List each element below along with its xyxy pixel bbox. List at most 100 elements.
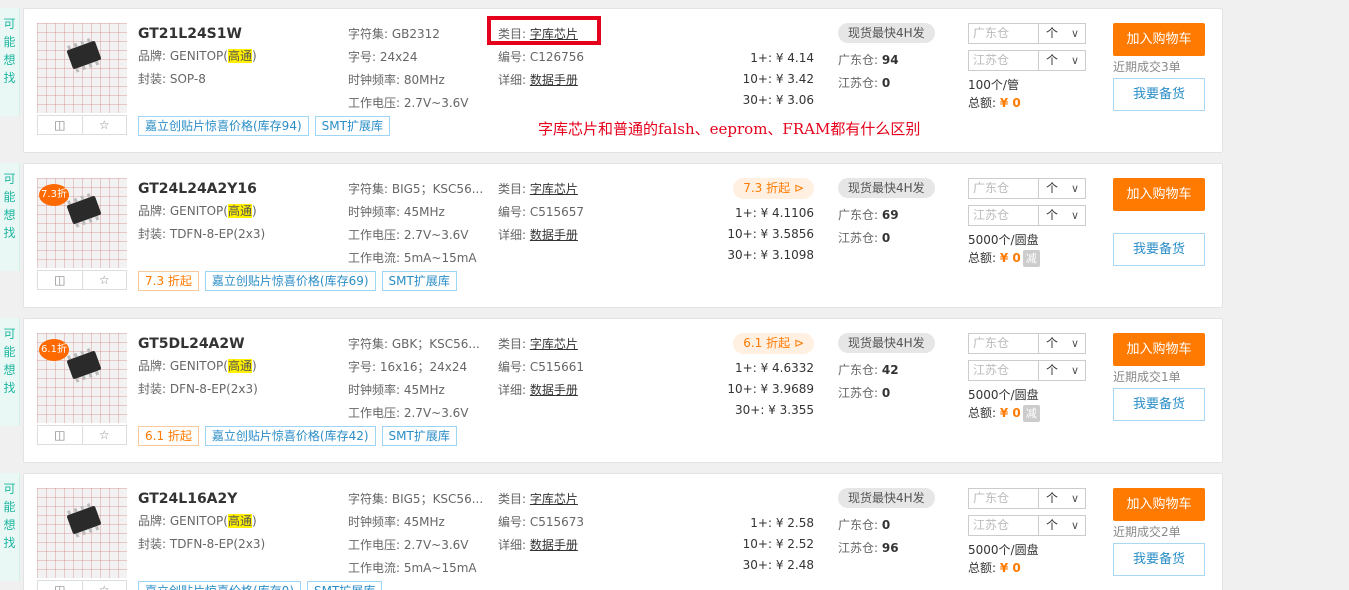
brand-end: )	[251, 359, 257, 373]
qty-placeholder[interactable]: 江苏仓	[969, 361, 1039, 380]
chevron-down-icon[interactable]: ∨	[1065, 489, 1085, 508]
chevron-down-icon[interactable]: ∨	[1065, 206, 1085, 225]
total-amount: 总额: ¥ 0	[968, 93, 1086, 113]
spec-line: 字符集: BIG5；KSC56...	[348, 492, 484, 506]
qty-input-guangdong[interactable]: 广东仓个 ∨	[968, 333, 1086, 354]
product-name[interactable]: GT21L24S1W	[138, 23, 257, 45]
qty-placeholder[interactable]: 江苏仓	[969, 51, 1039, 70]
stock-value: 0	[881, 231, 891, 245]
side-hint-char: 找	[3, 381, 16, 395]
compare-icon[interactable]: ◫	[38, 426, 82, 444]
product-info: GT5DL24A2W 品牌: GENITOP(高通) 封装: DFN-8-EP(…	[138, 333, 258, 401]
promo-tag[interactable]: 嘉立创贴片惊喜价格(库存0)	[138, 581, 301, 590]
discount-tag[interactable]: 7.3 折起	[138, 271, 199, 291]
star-icon[interactable]: ☆	[81, 426, 127, 444]
stock-request-button[interactable]: 我要备货	[1113, 543, 1205, 576]
chevron-down-icon[interactable]: ∨	[1065, 361, 1085, 380]
stock-request-button[interactable]: 我要备货	[1113, 388, 1205, 421]
qty-input-guangdong[interactable]: 广东仓个 ∨	[968, 488, 1086, 509]
spec-line: 工作电流: 5mA~15mA	[348, 251, 477, 265]
stock-jiangsu: 江苏仓: 0	[838, 227, 935, 250]
add-to-cart-button[interactable]: 加入购物车	[1113, 178, 1205, 211]
qty-input-jiangsu[interactable]: 江苏仓个 ∨	[968, 50, 1086, 71]
stock-label: 江苏仓:	[838, 541, 879, 555]
promo-tag[interactable]: 嘉立创贴片惊喜价格(库存69)	[204, 271, 376, 291]
discount-pill-text: 7.3 折起	[743, 181, 791, 195]
compare-icon[interactable]: ◫	[38, 116, 82, 134]
product-name[interactable]: GT24L24A2Y16	[138, 178, 265, 200]
side-hint[interactable]: 可 能 想 找	[0, 8, 20, 116]
smt-tag[interactable]: SMT扩展库	[381, 426, 457, 446]
chevron-down-icon[interactable]: ∨	[1065, 334, 1085, 353]
chevron-down-icon[interactable]: ∨	[1065, 24, 1085, 43]
discount-tag[interactable]: 6.1 折起	[138, 426, 199, 446]
star-icon[interactable]: ☆	[81, 271, 127, 289]
price-tier: 30+: ¥ 3.1098	[727, 248, 814, 262]
smt-tag[interactable]: SMT扩展库	[381, 271, 457, 291]
category-link[interactable]: 字库芯片	[530, 492, 578, 506]
promo-tag[interactable]: 嘉立创贴片惊喜价格(库存42)	[204, 426, 376, 446]
smt-tag[interactable]: SMT扩展库	[307, 581, 383, 590]
qty-placeholder[interactable]: 广东仓	[969, 489, 1039, 508]
side-hint[interactable]: 可 能 想 找	[0, 163, 20, 271]
compare-icon[interactable]: ◫	[38, 271, 82, 289]
qty-placeholder[interactable]: 江苏仓	[969, 206, 1039, 225]
side-hint-char: 想	[3, 518, 16, 532]
price-tier: 30+: ¥ 3.355	[735, 403, 814, 417]
star-icon[interactable]: ☆	[81, 116, 127, 134]
chevron-down-icon[interactable]: ∨	[1065, 179, 1085, 198]
add-to-cart-button[interactable]: 加入购物车	[1113, 333, 1205, 366]
category-link[interactable]: 字库芯片	[530, 182, 578, 196]
product-name[interactable]: GT5DL24A2W	[138, 333, 258, 355]
product-category: 类目: 字库芯片 编号: C515661 详细: 数据手册	[498, 333, 584, 402]
chevron-down-icon[interactable]: ∨	[1065, 51, 1085, 70]
product-image[interactable]	[37, 23, 127, 113]
stock-label: 江苏仓:	[838, 76, 879, 90]
qty-input-guangdong[interactable]: 广东仓个 ∨	[968, 178, 1086, 199]
product-package: 封装: SOP-8	[138, 72, 206, 86]
product-tags: 7.3 折起 嘉立创贴片惊喜价格(库存69) SMT扩展库	[138, 271, 457, 291]
price-tier: 10+: ¥ 2.52	[742, 537, 814, 551]
product-image[interactable]	[37, 488, 127, 578]
product-specs: 字符集: BIG5；KSC56... 时钟频率: 45MHz 工作电压: 2.7…	[348, 178, 488, 270]
stock-request-button[interactable]: 我要备货	[1113, 233, 1205, 266]
price-tier: 30+: ¥ 2.48	[742, 558, 814, 572]
price-tier: 10+: ¥ 3.9689	[727, 382, 814, 396]
qty-placeholder[interactable]: 广东仓	[969, 179, 1039, 198]
fast-ship-badge: 现货最快4H发	[838, 488, 935, 508]
product-row: 可 能 想 找 ◫ ☆ GT24L16A2Y 品牌: GENITOP(高通) 封…	[0, 473, 1349, 590]
star-icon[interactable]: ☆	[81, 581, 127, 590]
product-image[interactable]: 6.1折	[37, 333, 127, 423]
datasheet-link[interactable]: 数据手册	[530, 73, 578, 87]
datasheet-link[interactable]: 数据手册	[530, 228, 578, 242]
quantity-panel: 广东仓个 ∨ 江苏仓个 ∨ 5000个/圆盘 总额: ¥ 0	[968, 488, 1086, 578]
unit-label: 个	[1045, 336, 1058, 350]
product-package: 封装: DFN-8-EP(2x3)	[138, 382, 258, 396]
stock-jiangsu: 江苏仓: 96	[838, 537, 935, 560]
product-name[interactable]: GT24L16A2Y	[138, 488, 265, 510]
qty-placeholder[interactable]: 广东仓	[969, 24, 1039, 43]
discount-pill-wrap: 6.1 折起 ⊳	[694, 333, 814, 358]
stock-info: 现货最快4H发 广东仓: 0 江苏仓: 96	[838, 488, 935, 560]
datasheet-link[interactable]: 数据手册	[530, 538, 578, 552]
qty-input-jiangsu[interactable]: 江苏仓个 ∨	[968, 360, 1086, 381]
qty-placeholder[interactable]: 广东仓	[969, 334, 1039, 353]
promo-tag[interactable]: 嘉立创贴片惊喜价格(库存94)	[138, 116, 309, 136]
qty-placeholder[interactable]: 江苏仓	[969, 516, 1039, 535]
side-hint[interactable]: 可 能 想 找	[0, 318, 20, 426]
category-link[interactable]: 字库芯片	[530, 337, 578, 351]
qty-input-jiangsu[interactable]: 江苏仓个 ∨	[968, 205, 1086, 226]
qty-input-jiangsu[interactable]: 江苏仓个 ∨	[968, 515, 1086, 536]
add-to-cart-button[interactable]: 加入购物车	[1113, 488, 1205, 521]
qty-input-guangdong[interactable]: 广东仓个 ∨	[968, 23, 1086, 44]
smt-tag[interactable]: SMT扩展库	[314, 116, 390, 136]
side-hint[interactable]: 可 能 想 找	[0, 473, 20, 581]
chevron-down-icon[interactable]: ∨	[1065, 516, 1085, 535]
stock-request-button[interactable]: 我要备货	[1113, 78, 1205, 111]
datasheet-link[interactable]: 数据手册	[530, 383, 578, 397]
product-specs: 字符集: BIG5；KSC56... 时钟频率: 45MHz 工作电压: 2.7…	[348, 488, 488, 580]
compare-icon[interactable]: ◫	[38, 581, 82, 590]
side-hint-char: 想	[3, 53, 16, 67]
product-image[interactable]: 7.3折	[37, 178, 127, 268]
add-to-cart-button[interactable]: 加入购物车	[1113, 23, 1205, 56]
